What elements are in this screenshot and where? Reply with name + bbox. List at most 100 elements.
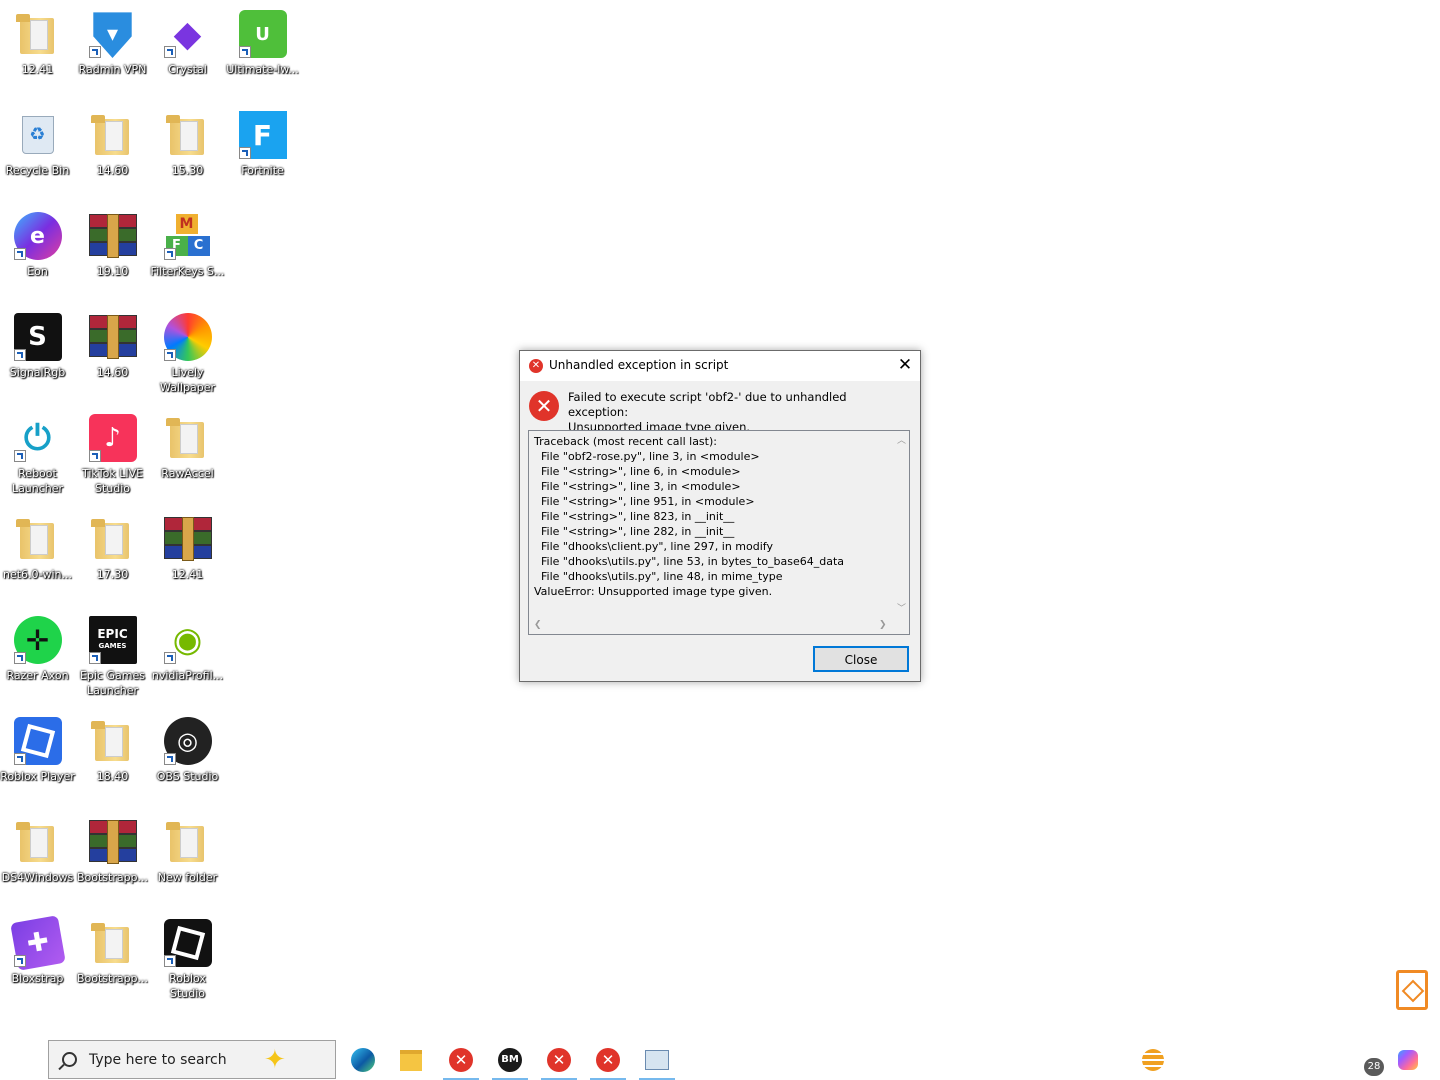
tiktok-icon: ♪ — [88, 414, 137, 462]
shortcut-arrow-icon — [13, 248, 26, 260]
desktop-icon-label: 18.40 — [96, 770, 129, 783]
weather-taskbar-icon[interactable] — [1133, 1040, 1173, 1080]
error-icon: ✕ — [547, 1048, 571, 1072]
copilot-taskbar-icon[interactable] — [1388, 1040, 1428, 1080]
desktop-icon[interactable]: F Fortnite — [225, 105, 300, 197]
desktop-icon[interactable]: Lively Wallpaper — [150, 307, 225, 399]
desktop-icon-label: Roblox Studio — [169, 972, 206, 1000]
traceback-line: File "<string>", line 6, in <module> — [534, 465, 741, 478]
error-app-taskbar-icon[interactable]: ✕ — [539, 1040, 579, 1080]
desktop-icon-label: Recycle Bin — [5, 164, 70, 177]
desktop-icon[interactable]: Bootstrapp... — [75, 812, 150, 904]
scroll-right-icon[interactable]: ❯ — [879, 620, 887, 630]
desktop-icon-label: Razer Axon — [6, 669, 69, 682]
resource-monitor-taskbar-icon[interactable] — [637, 1040, 677, 1080]
desktop-icon[interactable]: ◆ Crystal — [150, 4, 225, 96]
desktop-icon-label: Bloxstrap — [11, 972, 64, 985]
folder-icon — [89, 919, 137, 967]
desktop-icon[interactable]: e Eon — [0, 206, 75, 298]
desktop-icon[interactable]: ▾ Radmin VPN — [75, 4, 150, 96]
desktop-icon[interactable]: 12.41 — [150, 509, 225, 601]
desktop-icon[interactable]: 19.10 — [75, 206, 150, 298]
shortcut-arrow-icon — [163, 349, 176, 361]
error-app-taskbar-icon[interactable]: ✕ — [588, 1040, 628, 1080]
desktop-icon-label: 14.60 — [96, 164, 129, 177]
desktop-icon[interactable]: net6.0-win... — [0, 509, 75, 601]
radmin-vpn-icon: ▾ — [88, 10, 137, 58]
traceback-line: File "dhooks\utils.py", line 48, in mime… — [534, 570, 783, 583]
search-box[interactable]: Type here to search ✦ — [48, 1040, 336, 1079]
desktop-icon[interactable]: S SignalRgb — [0, 307, 75, 399]
desktop-icon[interactable]: Bootstrapp... — [75, 913, 150, 1005]
traceback-textbox[interactable]: Traceback (most recent call last): File … — [528, 430, 910, 635]
desktop-icon[interactable]: Roblox Studio — [150, 913, 225, 1005]
desktop-icon[interactable]: ◎ OBS Studio — [150, 711, 225, 803]
close-icon[interactable]: ✕ — [890, 351, 920, 381]
desktop-icon[interactable]: DS4Windows — [0, 812, 75, 904]
desktop-icon-label: New folder — [157, 871, 218, 884]
scroll-left-icon[interactable]: ❮ — [534, 620, 542, 630]
error-message-line: Failed to execute script 'obf2-' due to … — [568, 390, 847, 419]
desktop-icon[interactable]: M F C FilterKeys S... — [150, 206, 225, 298]
shortcut-arrow-icon — [88, 46, 101, 58]
scroll-up-icon[interactable]: ︿ — [897, 433, 906, 446]
desktop-icon[interactable]: ✛ Razer Axon — [0, 610, 75, 702]
desktop-icon[interactable]: Roblox Player — [0, 711, 75, 803]
desktop-icon-label: RawAccel — [161, 467, 214, 480]
desktop-icon[interactable]: 18.40 — [75, 711, 150, 803]
error-app-taskbar-icon[interactable]: ✕ — [441, 1040, 481, 1080]
desktop-icon[interactable]: 17.30 — [75, 509, 150, 601]
traceback-text: Traceback (most recent call last): File … — [534, 434, 884, 599]
desktop-icon[interactable]: ♻ Recycle Bin — [0, 105, 75, 197]
desktop-icon-label: Eon — [27, 265, 48, 278]
desktop-icon-label: 14.60 — [96, 366, 129, 379]
error-icon: ✕ — [596, 1048, 620, 1072]
file-explorer-taskbar-icon[interactable] — [391, 1040, 431, 1080]
desktop-icon[interactable]: 12.41 — [0, 4, 75, 96]
desktop-icon[interactable]: 15.30 — [150, 105, 225, 197]
close-button[interactable]: Close — [813, 646, 909, 672]
horizontal-scrollbar[interactable]: ❮ ❯ — [529, 618, 893, 634]
error-message: Failed to execute script 'obf2-' due to … — [568, 390, 908, 435]
desktop-icon[interactable]: ♪ TikTok LIVE Studio — [75, 408, 150, 500]
desktop-icon[interactable]: 14.60 — [75, 307, 150, 399]
traceback-line: File "dhooks\client.py", line 297, in mo… — [534, 540, 773, 553]
desktop-icon-label: Roblox Player — [0, 770, 75, 783]
scroll-down-icon[interactable]: ﹀ — [897, 601, 906, 614]
traceback-line: ValueError: Unsupported image type given… — [534, 585, 773, 598]
desktop-icon[interactable]: ◉ nvidiaProfil... — [150, 610, 225, 702]
desktop-icon[interactable]: EPIC GAMES Epic Games Launcher — [75, 610, 150, 702]
edge-taskbar-icon[interactable] — [343, 1040, 383, 1080]
error-icon: ✕ — [529, 391, 559, 421]
sparkle-icon: ✦ — [264, 1045, 286, 1075]
desktop-icon[interactable]: U Ultimate-lw... — [225, 4, 300, 96]
shortcut-arrow-icon — [163, 652, 176, 664]
folder-icon — [89, 515, 137, 563]
epic-games-icon: EPIC GAMES — [88, 616, 137, 664]
bm-app-taskbar-icon[interactable]: BM — [490, 1040, 530, 1080]
error-dialog: ✕ Unhandled exception in script ✕ ✕ Fail… — [519, 350, 921, 682]
shortcut-arrow-icon — [88, 652, 101, 664]
desktop-icon[interactable]: ✚ Bloxstrap — [0, 913, 75, 1005]
shortcut-arrow-icon — [163, 248, 176, 260]
roblox-player-icon — [13, 717, 62, 765]
desktop-icon[interactable]: RawAccel — [150, 408, 225, 500]
desktop-icon-label: 12.41 — [21, 63, 54, 76]
floating-app-icon[interactable] — [1396, 970, 1428, 1010]
vertical-scrollbar[interactable]: ︿ ﹀ — [893, 431, 909, 618]
reboot-launcher-icon: ⏻ — [13, 414, 62, 462]
folder-icon — [89, 717, 137, 765]
desktop-icon[interactable]: New folder — [150, 812, 225, 904]
desktop-icon-label: 17.30 — [96, 568, 129, 581]
recycle-bin-icon: ♻ — [14, 111, 62, 159]
traceback-line: File "dhooks\utils.py", line 53, in byte… — [534, 555, 845, 568]
traceback-line: File "<string>", line 951, in <module> — [534, 495, 755, 508]
dialog-titlebar[interactable]: ✕ Unhandled exception in script ✕ — [520, 351, 920, 381]
desktop-icon-label: Epic Games Launcher — [79, 669, 145, 697]
notification-badge[interactable]: 28 — [1364, 1058, 1384, 1076]
folder-icon — [14, 10, 62, 58]
folder-icon — [164, 414, 212, 462]
desktop-icon[interactable]: ⏻ Reboot Launcher — [0, 408, 75, 500]
nvidia-icon: ◉ — [163, 616, 212, 664]
desktop-icon[interactable]: 14.60 — [75, 105, 150, 197]
